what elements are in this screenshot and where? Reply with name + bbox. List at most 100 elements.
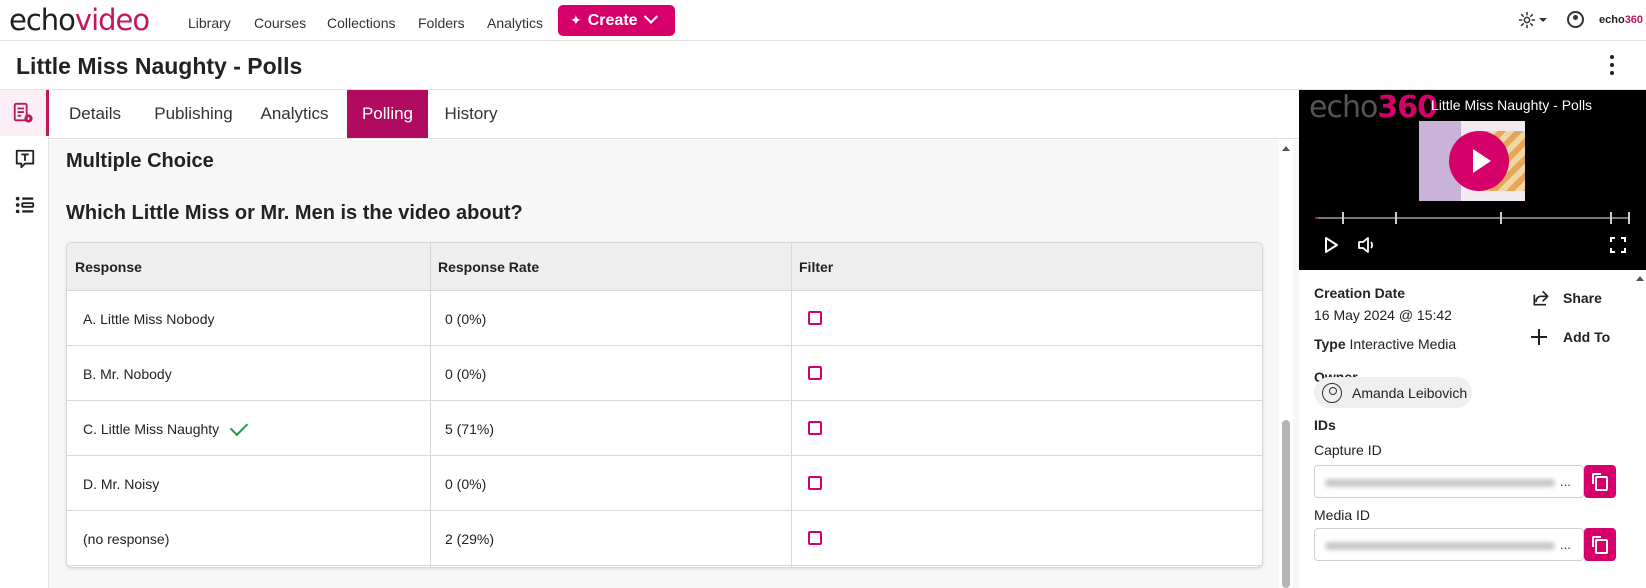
media-details-panel: echo360 Little Miss Naughty - Polls Crea… — [1299, 90, 1646, 588]
tab-history[interactable]: History — [428, 90, 514, 138]
capture-id-field[interactable]: ... — [1314, 465, 1584, 498]
rail-chapters[interactable] — [0, 182, 49, 228]
chevron-down-icon — [643, 9, 658, 24]
timeline-marker[interactable] — [1395, 212, 1397, 224]
volume-icon[interactable] — [1357, 236, 1377, 254]
player-title: Little Miss Naughty - Polls — [1431, 97, 1593, 113]
timeline-marker[interactable] — [1342, 212, 1344, 224]
redacted-value — [1325, 542, 1555, 550]
table-row: D. Mr. Noisy 0 (0%) — [67, 456, 1262, 511]
redacted-value — [1325, 479, 1555, 487]
copy-media-id-button[interactable] — [1584, 528, 1616, 561]
filter-checkbox[interactable] — [808, 531, 822, 545]
avatar-icon — [1322, 382, 1342, 403]
timeline-progress — [1315, 217, 1318, 219]
scroll-up-arrow-icon[interactable] — [1282, 146, 1290, 151]
top-navigation: echovideo Library Courses Collections Fo… — [0, 0, 1646, 41]
video-timeline[interactable] — [1315, 212, 1630, 224]
fullscreen-icon[interactable] — [1610, 237, 1626, 253]
page-title: Little Miss Naughty - Polls — [16, 53, 303, 79]
media-id-field[interactable]: ... — [1314, 528, 1584, 561]
logo-text-echo: echo — [9, 3, 76, 37]
capture-id-label: Capture ID — [1314, 442, 1382, 458]
polling-content: Multiple Choice Which Little Miss or Mr.… — [49, 140, 1299, 588]
document-info-icon — [13, 102, 33, 123]
brand-small-echo: echo — [1599, 14, 1625, 26]
play-icon[interactable] — [1323, 236, 1339, 254]
transcript-icon — [15, 149, 34, 169]
plus-icon — [1531, 329, 1547, 345]
echo360-player-logo: echo360 — [1309, 90, 1438, 125]
play-overlay-icon[interactable] — [1449, 131, 1509, 191]
echo360-brand: echo360 — [1599, 14, 1643, 26]
scrollbar-thumb[interactable] — [1282, 420, 1290, 588]
timeline-marker[interactable] — [1500, 212, 1502, 224]
filter-checkbox[interactable] — [808, 476, 822, 490]
timeline-marker[interactable] — [1610, 212, 1612, 224]
gear-icon — [1518, 11, 1536, 29]
timeline-marker[interactable] — [1628, 212, 1630, 224]
media-id-ellipsis: ... — [1560, 537, 1571, 552]
echovideo-logo[interactable]: echovideo — [9, 3, 150, 37]
type-label: Type — [1314, 336, 1346, 352]
user-account-icon[interactable] — [1567, 11, 1584, 28]
settings-menu[interactable] — [1518, 11, 1548, 29]
nav-folders[interactable]: Folders — [418, 15, 465, 31]
scroll-up-arrow-icon[interactable] — [1636, 276, 1644, 281]
add-to-button[interactable]: Add To — [1529, 327, 1610, 347]
table-row: B. Mr. Nobody 0 (0%) — [67, 346, 1262, 401]
title-bar: Little Miss Naughty - Polls — [0, 41, 1646, 90]
nav-collections[interactable]: Collections — [327, 15, 395, 31]
caret-down-icon — [1539, 18, 1547, 22]
create-button[interactable]: ✦ Create — [558, 5, 675, 36]
create-label: Create — [587, 11, 638, 29]
table-row: A. Little Miss Nobody 0 (0%) — [67, 291, 1262, 346]
tab-details[interactable]: Details — [49, 90, 141, 138]
owner-name: Amanda Leibovich — [1352, 384, 1468, 401]
content-scrollbar[interactable] — [1279, 140, 1293, 588]
type-row: Type Interactive Media — [1314, 336, 1456, 352]
response-label: B. Mr. Nobody — [83, 366, 172, 382]
player-logo-360: 360 — [1377, 90, 1438, 125]
copy-capture-id-button[interactable] — [1584, 465, 1616, 498]
nav-library[interactable]: Library — [188, 15, 231, 31]
response-rate: 0 (0%) — [445, 366, 487, 382]
response-label: (no response) — [83, 531, 170, 547]
response-label: A. Little Miss Nobody — [83, 311, 215, 327]
filter-checkbox[interactable] — [808, 421, 822, 435]
nav-analytics[interactable]: Analytics — [487, 15, 543, 31]
poll-results-table: Response Response Rate Filter A. Little … — [66, 242, 1263, 568]
brand-small-360: 360 — [1624, 14, 1644, 26]
tab-bar: Details Publishing Analytics Polling His… — [49, 90, 1299, 139]
video-player[interactable]: echo360 Little Miss Naughty - Polls — [1299, 90, 1646, 270]
share-icon — [1533, 290, 1549, 306]
tab-publishing[interactable]: Publishing — [141, 90, 246, 138]
filter-checkbox[interactable] — [808, 366, 822, 380]
player-logo-echo: echo — [1309, 90, 1378, 125]
nav-courses[interactable]: Courses — [254, 15, 306, 31]
response-rate: 0 (0%) — [445, 311, 487, 327]
creation-date-value: 16 May 2024 @ 15:42 — [1314, 307, 1452, 323]
header-response-rate: Response Rate — [438, 259, 540, 275]
share-button[interactable]: Share — [1531, 288, 1602, 308]
logo-text-video: video — [74, 3, 150, 37]
column-divider — [791, 243, 792, 567]
header-response: Response — [75, 259, 142, 275]
tab-polling[interactable]: Polling — [347, 90, 428, 138]
response-label: D. Mr. Noisy — [83, 476, 160, 492]
rail-details[interactable] — [0, 90, 49, 136]
table-header: Response Response Rate Filter — [67, 243, 1262, 291]
rail-transcript[interactable] — [0, 136, 49, 182]
table-row: (no response) 2 (29%) — [67, 511, 1262, 566]
column-divider — [430, 243, 431, 567]
creation-date-label: Creation Date — [1314, 285, 1406, 301]
tab-analytics[interactable]: Analytics — [246, 90, 343, 138]
panel-scrollbar[interactable] — [1633, 270, 1646, 588]
poll-question: Which Little Miss or Mr. Men is the vide… — [66, 202, 523, 224]
response-rate: 2 (29%) — [445, 531, 495, 547]
owner-chip[interactable]: Amanda Leibovich — [1314, 377, 1472, 408]
response-label: C. Little Miss Naughty — [83, 421, 220, 437]
more-options-icon[interactable] — [1610, 55, 1614, 75]
response-rate: 0 (0%) — [445, 476, 487, 492]
filter-checkbox[interactable] — [808, 311, 822, 325]
